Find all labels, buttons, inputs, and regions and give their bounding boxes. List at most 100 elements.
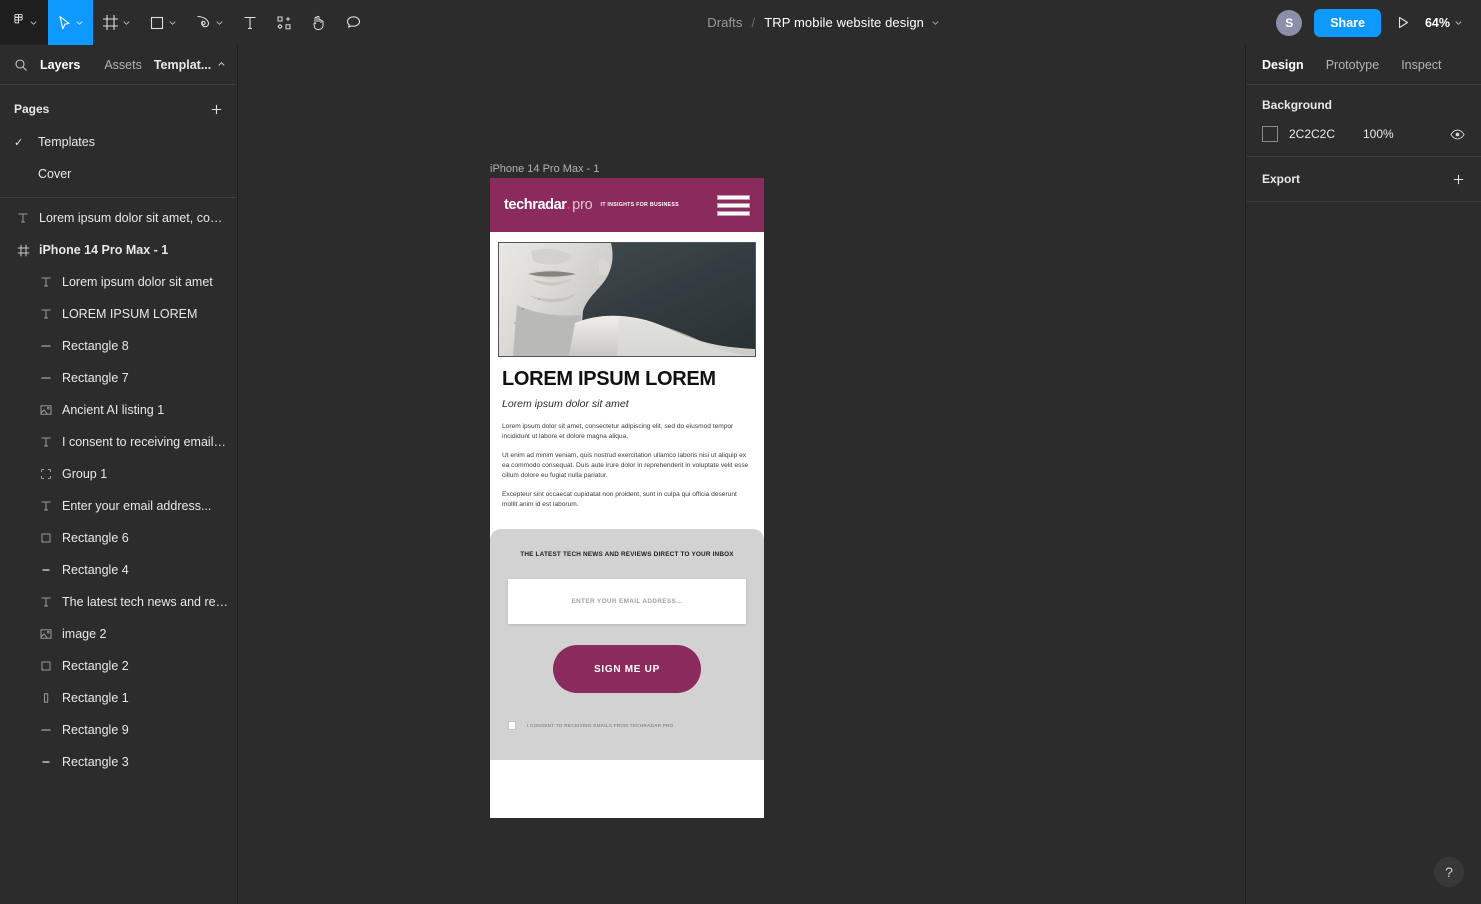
share-button[interactable]: Share <box>1314 8 1381 37</box>
frame-label[interactable]: iPhone 14 Pro Max - 1 <box>490 163 599 175</box>
text-layer-icon <box>37 273 55 291</box>
layer-row[interactable]: Rectangle 3 <box>0 746 237 778</box>
figma-menu-icon <box>11 13 26 33</box>
layer-label: Lorem ipsum dolor sit amet, conse... <box>39 211 229 225</box>
layer-label: Rectangle 7 <box>62 371 129 385</box>
tallrect-layer-icon <box>37 689 55 707</box>
background-fill-row: 2C2C2C 100% <box>1262 126 1465 142</box>
layer-label: Enter your email address... <box>62 499 212 513</box>
figma-menu-button[interactable] <box>0 0 48 45</box>
tab-templates-label: Templat... <box>153 57 212 72</box>
tab-templates[interactable]: Templat... <box>154 58 226 72</box>
tab-assets[interactable]: Assets <box>92 58 154 72</box>
layer-label: I consent to receiving emails ... <box>62 435 229 449</box>
line-layer-icon <box>37 721 55 739</box>
pen-tool-button[interactable] <box>186 0 233 45</box>
color-swatch[interactable] <box>1262 126 1278 142</box>
breadcrumb-separator: / <box>751 15 756 30</box>
present-button[interactable] <box>1393 15 1413 30</box>
text-tool-button[interactable] <box>233 0 267 45</box>
background-title: Background <box>1262 98 1333 112</box>
right-panel-tabs: Design Prototype Inspect <box>1246 45 1481 85</box>
background-hex-value[interactable]: 2C2C2C <box>1289 127 1363 141</box>
resources-button[interactable] <box>267 0 301 45</box>
tab-inspect[interactable]: Inspect <box>1401 58 1441 72</box>
layer-row[interactable]: Rectangle 6 <box>0 522 237 554</box>
layer-label: image 2 <box>62 627 107 641</box>
email-input[interactable]: ENTER YOUR EMAIL ADDRESS... <box>508 579 746 625</box>
toolbar-right-group: S Share 64% <box>1276 8 1481 37</box>
page-item-label: Cover <box>38 167 72 181</box>
group-layer-icon <box>37 465 55 483</box>
background-section: Background 2C2C2C 100% <box>1246 85 1481 157</box>
layer-label: Group 1 <box>62 467 108 481</box>
help-button[interactable]: ? <box>1434 857 1464 887</box>
hand-tool-button[interactable] <box>301 0 336 45</box>
layer-label: The latest tech news and revi... <box>62 595 229 609</box>
layer-label: LOREM IPSUM LOREM <box>62 307 198 321</box>
sign-me-up-button[interactable]: SIGN ME UP <box>553 645 701 694</box>
eye-icon[interactable] <box>1450 129 1465 140</box>
rect-layer-icon <box>37 529 55 547</box>
text-layer-icon <box>37 497 55 515</box>
layer-label: Rectangle 3 <box>62 755 129 769</box>
layer-row[interactable]: Lorem ipsum dolor sit amet, conse... <box>0 202 237 234</box>
layer-row[interactable]: Ancient AI listing 1 <box>0 394 237 426</box>
layer-row[interactable]: Enter your email address... <box>0 490 237 522</box>
rectangle-tool-icon <box>149 15 165 31</box>
layer-row[interactable]: Rectangle 1 <box>0 682 237 714</box>
newsletter-signup-section: THE LATEST TECH NEWS AND REVIEWS DIRECT … <box>490 529 764 761</box>
add-export-button[interactable] <box>1452 173 1465 186</box>
article-headline: LOREM IPSUM LOREM <box>502 368 716 390</box>
layer-row[interactable]: Rectangle 2 <box>0 650 237 682</box>
layer-row[interactable]: I consent to receiving emails ... <box>0 426 237 458</box>
consent-checkbox[interactable] <box>508 721 516 731</box>
layer-row[interactable]: LOREM IPSUM LOREM <box>0 298 237 330</box>
hamburger-menu-icon[interactable] <box>717 194 750 216</box>
layer-row[interactable]: Rectangle 7 <box>0 362 237 394</box>
tab-design[interactable]: Design <box>1262 58 1304 72</box>
tab-layers[interactable]: Layers <box>28 58 92 72</box>
chevron-down-icon <box>76 21 83 25</box>
chevron-down-icon <box>216 21 223 25</box>
search-icon[interactable] <box>14 58 28 72</box>
avatar[interactable]: S <box>1276 9 1303 36</box>
layer-row[interactable]: image 2 <box>0 618 237 650</box>
logo-pro-text: pro <box>572 197 593 213</box>
article-body: LOREM IPSUM LOREM Lorem ipsum dolor sit … <box>490 357 764 510</box>
page-item-templates[interactable]: ✓ Templates <box>0 126 237 158</box>
layer-label: Rectangle 1 <box>62 691 129 705</box>
page-item-cover[interactable]: Cover <box>0 158 237 190</box>
move-tool-button[interactable] <box>48 0 93 45</box>
comment-tool-button[interactable] <box>336 0 371 45</box>
layer-row[interactable]: Rectangle 4 <box>0 554 237 586</box>
hamburger-bar <box>717 210 750 216</box>
layer-row[interactable]: Rectangle 9 <box>0 714 237 746</box>
chevron-down-icon <box>123 21 130 25</box>
pages-title: Pages <box>14 102 50 116</box>
layer-row[interactable]: iPhone 14 Pro Max - 1 <box>0 234 237 266</box>
chevron-down-icon[interactable] <box>931 18 940 27</box>
check-icon: ✓ <box>14 136 24 149</box>
pen-tool-icon <box>195 14 212 31</box>
layer-row[interactable]: Rectangle 8 <box>0 330 237 362</box>
top-toolbar: Drafts / TRP mobile website design S Sha… <box>0 0 1481 45</box>
layer-row[interactable]: The latest tech news and revi... <box>0 586 237 618</box>
background-opacity-value[interactable]: 100% <box>1363 127 1394 141</box>
layer-row[interactable]: Lorem ipsum dolor sit amet <box>0 266 237 298</box>
tab-prototype[interactable]: Prototype <box>1326 58 1380 72</box>
file-name[interactable]: TRP mobile website design <box>764 15 924 30</box>
design-frame[interactable]: techradar . pro IT INSIGHTS FOR BUSINESS <box>490 178 764 818</box>
add-page-button[interactable] <box>210 103 223 116</box>
breadcrumb: Drafts / TRP mobile website design <box>371 15 1276 30</box>
layer-row[interactable]: Group 1 <box>0 458 237 490</box>
statue-illustration <box>499 243 755 356</box>
rect-layer-icon <box>37 657 55 675</box>
comment-tool-icon <box>345 14 362 31</box>
pages-header: Pages <box>0 92 237 126</box>
breadcrumb-root[interactable]: Drafts <box>707 15 742 30</box>
zoom-control[interactable]: 64% <box>1425 16 1463 30</box>
shape-tool-button[interactable] <box>140 0 186 45</box>
canvas-area[interactable]: iPhone 14 Pro Max - 1 techradar . pro IT… <box>238 45 1245 904</box>
frame-tool-button[interactable] <box>93 0 140 45</box>
